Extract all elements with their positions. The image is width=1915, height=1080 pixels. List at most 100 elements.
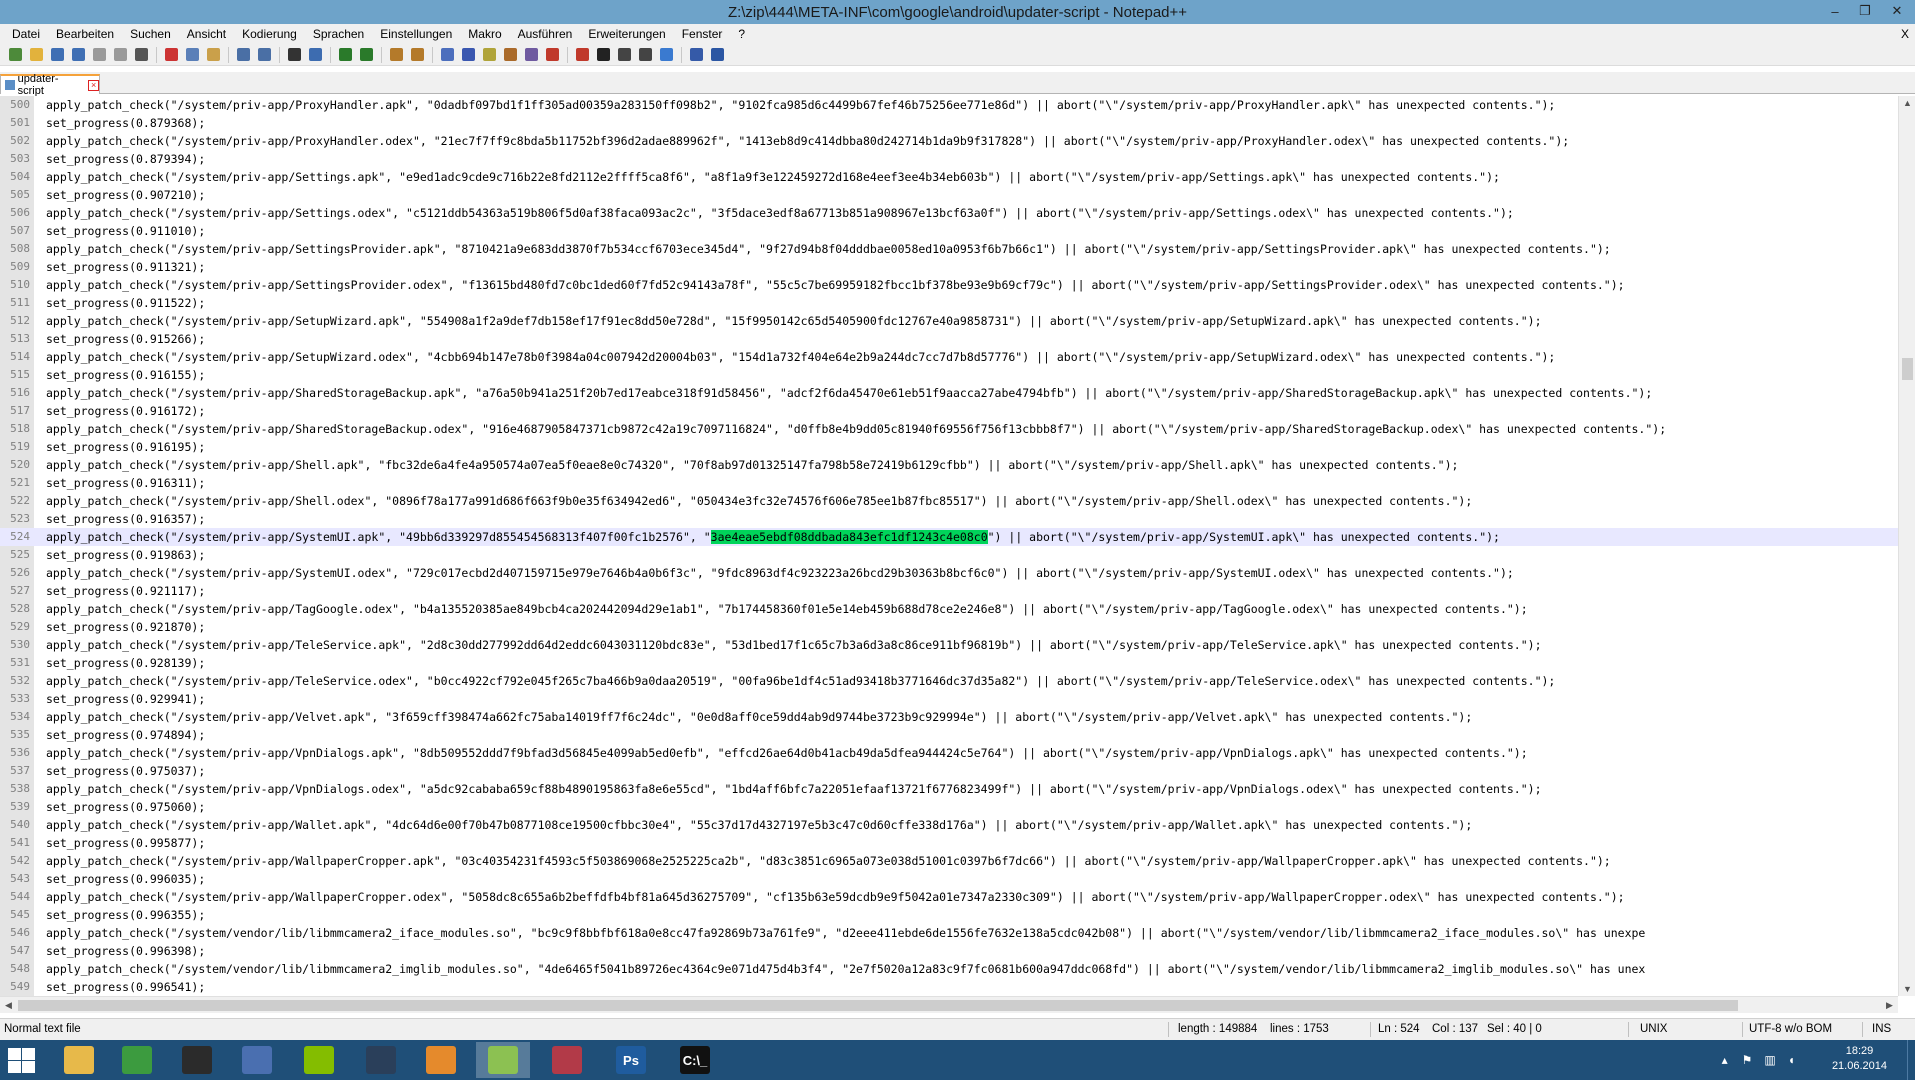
function-list-icon[interactable] [543,46,561,64]
code-line[interactable]: 542 apply_patch_check("/system/priv-app/W… [0,852,1898,870]
code-line[interactable]: 522 apply_patch_check("/system/priv-app/S… [0,492,1898,510]
code-line[interactable]: 516 apply_patch_check("/system/priv-app/S… [0,384,1898,402]
action-center-flag-icon[interactable]: ⚑ [1742,1053,1753,1067]
print-icon[interactable] [132,46,150,64]
show-all-chars-icon[interactable] [459,46,477,64]
vertical-scrollbar[interactable]: ▲ ▼ [1898,96,1915,996]
menu-item[interactable]: Kodierung [234,24,305,44]
find-icon[interactable] [285,46,303,64]
copy-icon[interactable] [183,46,201,64]
close-icon[interactable] [90,46,108,64]
macro-play-multi-icon[interactable] [636,46,654,64]
taskbar-app-paint-tool[interactable] [540,1042,594,1078]
new-file-icon[interactable] [6,46,24,64]
code-line[interactable]: 508 apply_patch_check("/system/priv-app/S… [0,240,1898,258]
code-line[interactable]: 529 set_progress(0.921870); [0,618,1898,636]
taskbar-app-chrome[interactable] [110,1042,164,1078]
code-line[interactable]: 505 set_progress(0.907210); [0,186,1898,204]
taskbar-app-steam[interactable] [354,1042,408,1078]
horizontal-scrollbar[interactable]: ◀ ▶ [0,996,1898,1013]
code-line[interactable]: 506 apply_patch_check("/system/priv-app/S… [0,204,1898,222]
code-line[interactable]: 530 apply_patch_check("/system/priv-app/T… [0,636,1898,654]
scroll-left-arrow-icon[interactable]: ◀ [0,997,17,1014]
code-line[interactable]: 515 set_progress(0.916155); [0,366,1898,384]
code-line[interactable]: 537 set_progress(0.975037); [0,762,1898,780]
code-line[interactable]: 502 apply_patch_check("/system/priv-app/P… [0,132,1898,150]
save-icon[interactable] [48,46,66,64]
code-line[interactable]: 540 apply_patch_check("/system/priv-app/W… [0,816,1898,834]
save-all-icon[interactable] [69,46,87,64]
spell-check-icon[interactable] [687,46,705,64]
menu-item[interactable]: Suchen [122,24,179,44]
code-line[interactable]: 520 apply_patch_check("/system/priv-app/S… [0,456,1898,474]
menu-item[interactable]: Ausführen [510,24,581,44]
scroll-right-arrow-icon[interactable]: ▶ [1881,997,1898,1014]
taskbar-app-photoshop[interactable]: Ps [604,1042,658,1078]
menu-item[interactable]: Makro [460,24,509,44]
taskbar-app-file-explorer[interactable] [52,1042,106,1078]
code-line[interactable]: 514 apply_patch_check("/system/priv-app/S… [0,348,1898,366]
code-line[interactable]: 549 set_progress(0.996541); [0,978,1898,996]
code-line[interactable]: 531 set_progress(0.928139); [0,654,1898,672]
close-document-button[interactable]: X [1901,24,1909,44]
code-line[interactable]: 507 set_progress(0.911010); [0,222,1898,240]
code-line[interactable]: 523 set_progress(0.916357); [0,510,1898,528]
menu-item[interactable]: Fenster [674,24,731,44]
editor[interactable]: 500 apply_patch_check("/system/priv-app/P… [0,96,1898,996]
tab-updater-script[interactable]: updater-script × [0,73,100,97]
code-line[interactable]: 525 set_progress(0.919863); [0,546,1898,564]
redo-icon[interactable] [255,46,273,64]
sync-h-icon[interactable] [408,46,426,64]
code-line[interactable]: 517 set_progress(0.916172); [0,402,1898,420]
code-line[interactable]: 513 set_progress(0.915266); [0,330,1898,348]
menu-item[interactable]: Ansicht [179,24,234,44]
vertical-scroll-thumb[interactable] [1902,358,1913,380]
code-line[interactable]: 546 apply_patch_check("/system/vendor/lib… [0,924,1898,942]
zoom-out-icon[interactable] [357,46,375,64]
scroll-down-arrow-icon[interactable]: ▼ [1899,982,1915,996]
doc-map-icon[interactable] [522,46,540,64]
taskbar-app-spotify[interactable] [292,1042,346,1078]
network-icon[interactable]: ▥ [1764,1053,1775,1067]
menu-item[interactable]: Einstellungen [372,24,460,44]
code-line[interactable]: 538 apply_patch_check("/system/priv-app/V… [0,780,1898,798]
horizontal-scroll-thumb[interactable] [18,1000,1738,1011]
word-wrap-icon[interactable] [438,46,456,64]
taskbar-clock[interactable]: 18:29 21.06.2014 [1832,1044,1887,1074]
menu-item[interactable]: Datei [4,24,48,44]
zoom-in-icon[interactable] [336,46,354,64]
scroll-up-arrow-icon[interactable]: ▲ [1899,96,1915,110]
macro-save-icon[interactable] [657,46,675,64]
code-line[interactable]: 510 apply_patch_check("/system/priv-app/S… [0,276,1898,294]
indent-guide-icon[interactable] [480,46,498,64]
taskbar-app-cmd[interactable]: C:\_ [668,1042,722,1078]
code-line[interactable]: 527 set_progress(0.921117); [0,582,1898,600]
tab-close-icon[interactable]: × [88,79,99,91]
tray-expand-icon[interactable]: ▴ [1722,1053,1728,1067]
user-lang-icon[interactable] [501,46,519,64]
close-all-icon[interactable] [111,46,129,64]
code-line[interactable]: 548 apply_patch_check("/system/vendor/lib… [0,960,1898,978]
macro-stop-icon[interactable] [594,46,612,64]
code-line[interactable]: 511 set_progress(0.911522); [0,294,1898,312]
code-line[interactable]: 535 set_progress(0.974894); [0,726,1898,744]
macro-record-icon[interactable] [573,46,591,64]
code-line[interactable]: 544 apply_patch_check("/system/priv-app/W… [0,888,1898,906]
code-line[interactable]: 541 set_progress(0.995877); [0,834,1898,852]
minimize-button[interactable]: – [1821,0,1849,22]
code-line[interactable]: 543 set_progress(0.996035); [0,870,1898,888]
menu-item[interactable]: Sprachen [305,24,372,44]
restore-button[interactable]: ❐ [1851,0,1879,22]
code-line[interactable]: 533 set_progress(0.929941); [0,690,1898,708]
code-line[interactable]: 536 apply_patch_check("/system/priv-app/V… [0,744,1898,762]
undo-icon[interactable] [234,46,252,64]
code-line[interactable]: 532 apply_patch_check("/system/priv-app/T… [0,672,1898,690]
code-line[interactable]: 526 apply_patch_check("/system/priv-app/S… [0,564,1898,582]
code-line[interactable]: 503 set_progress(0.879394); [0,150,1898,168]
volume-icon[interactable]: ◖ [1788,1053,1795,1067]
menu-item[interactable]: Erweiterungen [580,24,673,44]
menu-item[interactable]: Bearbeiten [48,24,122,44]
close-button[interactable]: ✕ [1883,0,1911,22]
start-button[interactable] [6,1046,36,1074]
taskbar-app-network-tool[interactable] [230,1042,284,1078]
